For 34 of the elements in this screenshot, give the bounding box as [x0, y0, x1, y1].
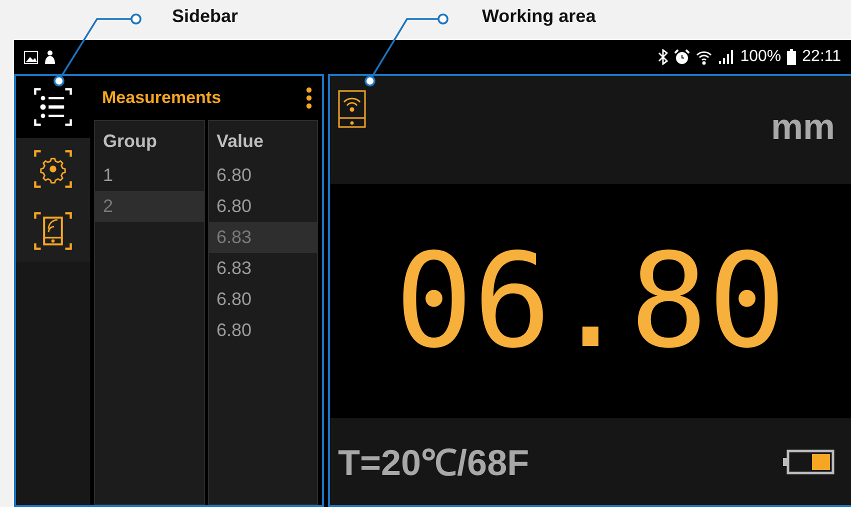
signal-icon	[718, 49, 734, 65]
person-icon	[44, 50, 56, 64]
tablet-wifi-icon	[33, 211, 73, 251]
sidebar-item[interactable]	[16, 76, 90, 138]
table-cell[interactable]: 6.83	[208, 222, 317, 253]
table-cell[interactable]: 6.80	[208, 284, 317, 315]
table-cell[interactable]: 6.80	[208, 315, 317, 346]
table-cell[interactable]: 1	[95, 160, 204, 191]
table-cell[interactable]: 2	[95, 191, 204, 222]
measurement-reading: 06.80	[394, 236, 786, 366]
status-time: 22:11	[802, 48, 841, 66]
table-cell[interactable]: 6.83	[208, 253, 317, 284]
battery-icon	[783, 448, 835, 474]
battery-percentage: 100%	[740, 48, 782, 66]
sidebar-item[interactable]	[16, 200, 90, 262]
callout-label: Working area	[482, 6, 596, 27]
list-icon	[33, 87, 73, 127]
sidebar-item[interactable]	[16, 138, 90, 200]
table-cell[interactable]: 6.80	[208, 191, 317, 222]
column-header: Value	[216, 130, 265, 153]
callout-label: Sidebar	[172, 6, 238, 27]
temperature-label: T=20℃/68F	[338, 441, 530, 485]
column-header: Group	[102, 130, 158, 153]
battery-icon	[787, 49, 796, 65]
more-icon[interactable]	[306, 87, 312, 109]
tablet-wifi-icon[interactable]	[338, 90, 366, 128]
image-icon	[24, 50, 38, 64]
panel-title: Measurements	[102, 88, 222, 108]
settings-icon	[33, 149, 73, 189]
wifi-icon	[696, 49, 712, 65]
bluetooth-icon	[658, 49, 668, 65]
unit-label: mm	[770, 106, 835, 148]
alarm-icon	[674, 49, 690, 65]
table-cell[interactable]: 6.80	[208, 160, 317, 191]
